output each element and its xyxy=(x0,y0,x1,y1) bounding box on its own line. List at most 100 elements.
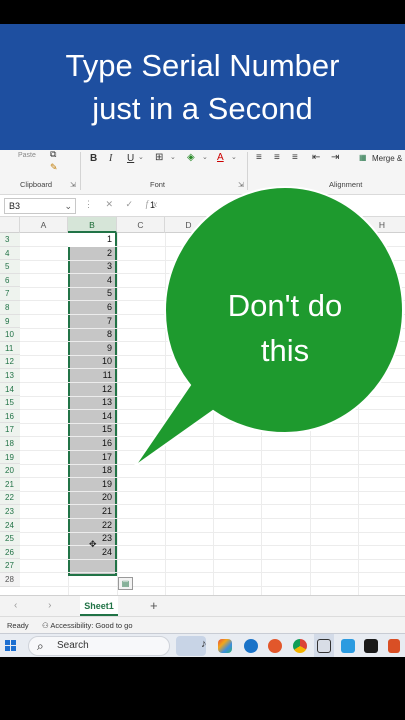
row-header[interactable]: 7 xyxy=(0,287,20,301)
search-icon: ⌕ xyxy=(37,639,44,653)
row-header[interactable]: 10 xyxy=(0,328,20,342)
cell[interactable]: 7 xyxy=(68,315,115,329)
row-header[interactable]: 21 xyxy=(0,477,20,492)
row-header[interactable]: 26 xyxy=(0,545,20,560)
row-header[interactable]: 28 xyxy=(0,573,20,587)
cell[interactable]: 5 xyxy=(68,287,115,301)
select-all-corner[interactable] xyxy=(0,217,20,233)
paste-options-icon[interactable]: ▤ xyxy=(118,577,133,590)
underline-button[interactable]: U xyxy=(127,153,134,164)
row-header[interactable]: 27 xyxy=(0,559,20,573)
cell[interactable]: 17 xyxy=(68,451,115,465)
cell[interactable]: 9 xyxy=(68,342,115,356)
accessibility-status[interactable]: ⚇ Accessibility: Good to go xyxy=(42,621,133,630)
name-box[interactable]: B3 ⌄ xyxy=(4,198,76,214)
sheet-nav-arrows[interactable]: ‹ › xyxy=(14,600,65,611)
windows-start-icon[interactable] xyxy=(5,640,17,652)
edge-icon[interactable] xyxy=(244,639,258,653)
row-header[interactable]: 14 xyxy=(0,382,20,397)
row-header[interactable]: 11 xyxy=(0,341,20,356)
sheet-tab-active[interactable]: Sheet1 xyxy=(80,596,118,616)
chevron-down-icon[interactable]: ⌄ xyxy=(64,199,72,213)
app-icon[interactable] xyxy=(388,639,400,653)
row-header[interactable]: 22 xyxy=(0,491,20,505)
cell[interactable]: 19 xyxy=(68,478,115,492)
firefox-icon[interactable] xyxy=(268,639,282,653)
status-bar: Ready ⚇ Accessibility: Good to go xyxy=(0,616,405,633)
row-header[interactable]: 9 xyxy=(0,314,20,329)
cell[interactable]: 6 xyxy=(68,301,115,315)
app-icon[interactable] xyxy=(364,639,378,653)
row-header[interactable]: 15 xyxy=(0,396,20,410)
align-left-icon[interactable]: ≡ xyxy=(256,152,262,163)
row-header[interactable]: 6 xyxy=(0,273,20,288)
cell[interactable]: 22 xyxy=(68,519,115,533)
bubble-line2: this xyxy=(260,333,310,368)
row-header[interactable]: 13 xyxy=(0,369,20,383)
font-color-button[interactable]: A xyxy=(217,152,224,163)
cell[interactable]: 14 xyxy=(68,410,115,424)
add-sheet-button[interactable]: + xyxy=(150,598,158,613)
cell[interactable]: 12 xyxy=(68,383,115,397)
row-header[interactable]: 4 xyxy=(0,246,20,261)
row-header[interactable]: 25 xyxy=(0,532,20,546)
row-header[interactable]: 5 xyxy=(0,260,20,274)
row-header[interactable]: 19 xyxy=(0,450,20,465)
clipboard-launcher-icon[interactable]: ⇲ xyxy=(70,181,76,189)
merge-icon[interactable]: ▦ xyxy=(359,153,367,162)
chrome-icon[interactable] xyxy=(293,639,307,653)
column-header-b[interactable]: B xyxy=(68,217,117,233)
borders-icon[interactable]: ⊞ xyxy=(155,152,163,163)
gridline xyxy=(20,586,405,587)
paste-label[interactable]: Paste xyxy=(18,152,36,159)
row-header[interactable]: 20 xyxy=(0,464,20,478)
cell[interactable]: 18 xyxy=(68,464,115,478)
row-header[interactable]: 18 xyxy=(0,437,20,451)
font-color-dropdown-icon[interactable]: ⌄ xyxy=(231,153,237,161)
table-row: 25 xyxy=(0,532,405,547)
cell[interactable]: 15 xyxy=(68,423,115,437)
row-header[interactable]: 23 xyxy=(0,505,20,519)
decrease-indent-icon[interactable]: ⇤ xyxy=(312,152,320,163)
ribbon-divider xyxy=(80,152,81,190)
underline-dropdown-icon[interactable]: ⌄ xyxy=(138,153,144,161)
row-header[interactable]: 24 xyxy=(0,518,20,533)
merge-center-button[interactable]: Merge & xyxy=(372,154,402,163)
row-header[interactable]: 8 xyxy=(0,301,20,315)
cell[interactable]: 20 xyxy=(68,491,115,505)
column-header-a[interactable]: A xyxy=(20,217,68,233)
cell-cursor-icon: ✥ xyxy=(89,539,97,549)
bold-button[interactable]: B xyxy=(90,153,97,164)
windows-taskbar: ⌕ Search ♪ xyxy=(0,633,405,658)
name-box-value: B3 xyxy=(9,201,21,211)
cell[interactable]: 13 xyxy=(68,396,115,410)
fill-color-dropdown-icon[interactable]: ⌄ xyxy=(202,153,208,161)
taskbar-search[interactable]: ⌕ Search xyxy=(28,636,170,656)
borders-dropdown-icon[interactable]: ⌄ xyxy=(170,153,176,161)
cell[interactable]: 21 xyxy=(68,505,115,519)
cell[interactable]: 16 xyxy=(68,437,115,451)
copy-icon[interactable]: ⧉ xyxy=(50,149,56,160)
align-right-icon[interactable]: ≡ xyxy=(292,152,298,163)
italic-button[interactable]: I xyxy=(109,153,112,164)
row-header[interactable]: 3 xyxy=(0,233,20,247)
format-painter-icon[interactable]: ✎ xyxy=(50,162,58,173)
increase-indent-icon[interactable]: ⇥ xyxy=(331,152,339,163)
cell[interactable]: 4 xyxy=(68,274,115,288)
row-header[interactable]: 12 xyxy=(0,355,20,369)
music-note-icon: ♪ xyxy=(201,638,207,650)
active-cell[interactable]: 1 xyxy=(68,233,115,247)
cell[interactable]: 10 xyxy=(68,355,115,369)
cell[interactable]: 2 xyxy=(68,247,115,261)
cell[interactable]: 11 xyxy=(68,369,115,383)
align-center-icon[interactable]: ≡ xyxy=(274,152,280,163)
cell[interactable]: 3 xyxy=(68,260,115,274)
copilot-icon[interactable] xyxy=(218,639,232,653)
app-icon[interactable] xyxy=(317,639,331,653)
taskbar-search-label: Search xyxy=(57,640,89,651)
row-header[interactable]: 16 xyxy=(0,409,20,424)
row-header[interactable]: 17 xyxy=(0,423,20,437)
cell[interactable]: 8 xyxy=(68,328,115,342)
fill-color-icon[interactable]: ◈ xyxy=(187,152,195,163)
app-icon[interactable] xyxy=(341,639,355,653)
